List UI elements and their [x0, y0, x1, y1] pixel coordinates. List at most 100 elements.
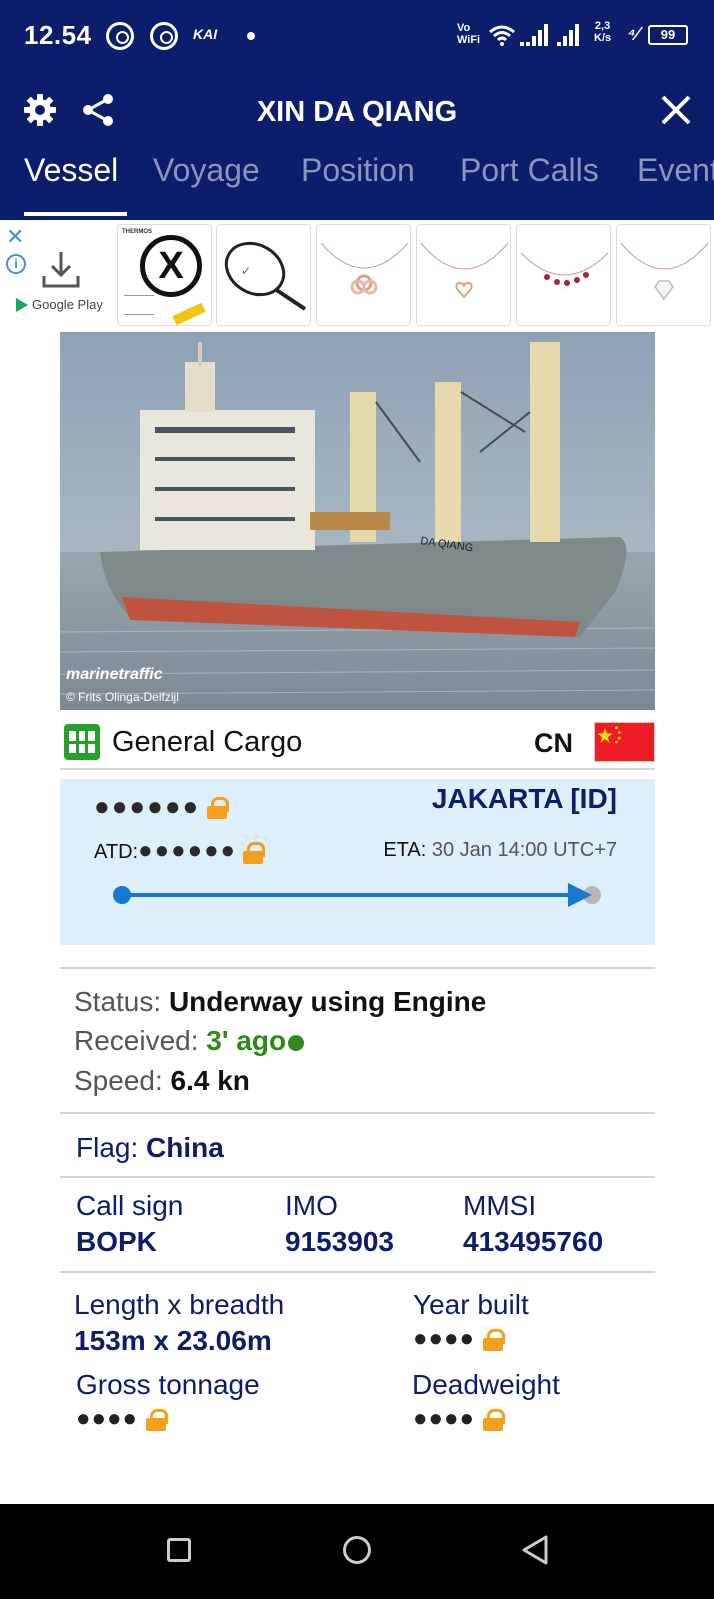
imo-value: 9153903 — [285, 1226, 395, 1257]
google-play-icon — [16, 297, 28, 312]
thermos-text-lines — [124, 295, 154, 315]
voyage-panel[interactable]: ●●●●●● JAKARTA [ID] ATD:●●●●●● ETA: 30 J… — [60, 779, 655, 945]
speed-label: Speed: — [74, 1065, 163, 1096]
origin-marker-icon — [113, 886, 131, 904]
status-row: Status: Underway using Engine — [74, 986, 486, 1018]
eta-label: ETA: — [383, 839, 427, 861]
tab-vessel[interactable]: Vessel — [24, 152, 118, 212]
marinetraffic-watermark: marinetraffic — [66, 666, 163, 683]
ad-close-icon[interactable]: ✕ — [6, 224, 24, 250]
year-built-label: Year built — [413, 1289, 529, 1320]
imo-label: IMO — [285, 1190, 338, 1221]
tab-position[interactable]: Position — [301, 152, 415, 212]
dwt-lock-icon[interactable] — [482, 1408, 505, 1431]
atd-lock-icon[interactable] — [242, 841, 265, 864]
ad-thermos-brand: THERMOS — [122, 229, 152, 235]
diamond-necklace-icon — [620, 242, 709, 301]
year-built-masked: ●●●● — [413, 1325, 505, 1353]
app-header: XIN DA QIANG Vessel Voyage Position Port… — [0, 72, 714, 220]
ad-product-thermos[interactable]: THERMOS X — [117, 224, 212, 326]
back-icon[interactable] — [520, 1534, 550, 1566]
mmsi-label: MMSI — [463, 1190, 537, 1221]
racket-icon: ✓ — [224, 241, 307, 311]
gross-lock-icon[interactable] — [145, 1408, 168, 1431]
ad-product-necklace-4[interactable] — [616, 224, 711, 326]
charging-icon: ⁴⁄ — [628, 24, 639, 44]
google-play-label: Google Play — [32, 297, 103, 312]
atd-masked: ●●●●●● — [138, 837, 238, 864]
origin-masked: ●●●●●● — [94, 791, 201, 821]
received-row: Received: 3' ago — [74, 1025, 305, 1057]
deadweight-masked: ●●●● — [413, 1405, 505, 1433]
whatsapp-business-icon — [150, 22, 178, 50]
length-value: 153m x 23.06m — [74, 1325, 272, 1356]
callsign-label: Call sign — [76, 1190, 184, 1221]
divider — [60, 967, 655, 969]
tab-voyage[interactable]: Voyage — [153, 152, 260, 212]
year-lock-icon[interactable] — [482, 1328, 505, 1351]
gross-tonnage-masked: ●●●● — [76, 1405, 168, 1433]
status-label: Status: — [74, 986, 162, 1017]
whatsapp-icon — [106, 22, 134, 50]
gross-dots: ●●●● — [76, 1405, 138, 1432]
vessel-photo[interactable]: DA QIANG marinetraffic © Frits Olinga-De… — [60, 332, 655, 710]
necklace-icon — [320, 242, 409, 295]
signal-1-icon — [520, 24, 548, 46]
battery-indicator: 99 — [648, 25, 688, 45]
ad-info-icon[interactable]: i — [6, 254, 26, 274]
status-bar: 12.54 KAI Vo WiFi 2,3 K/s ⁴⁄ 99 — [0, 0, 714, 72]
gross-tonnage-label: Gross tonnage — [76, 1369, 260, 1400]
tab-port-calls[interactable]: Port Calls — [460, 152, 599, 212]
vessel-type: General Cargo — [112, 726, 303, 758]
download-icon[interactable] — [40, 250, 82, 290]
atd-label: ATD: — [94, 841, 139, 863]
vessel-type-row: General Cargo CN — [60, 714, 655, 770]
voyage-progress-track — [113, 883, 601, 907]
clock: 12.54 — [24, 20, 92, 50]
tab-bar: Vessel Voyage Position Port Calls Events — [0, 152, 714, 220]
ad-product-racket[interactable]: ✓ — [216, 224, 311, 326]
vowifi-top: Vo — [457, 22, 471, 34]
origin-lock-icon[interactable] — [207, 797, 230, 820]
ad-product-necklace-1[interactable] — [316, 224, 411, 326]
heart-necklace-icon — [420, 242, 509, 299]
vowifi-icon: Vo WiFi — [457, 22, 480, 46]
ad-banner[interactable]: ✕ i Google Play THERMOS X ✓ — [0, 220, 714, 330]
country-code: CN — [534, 728, 573, 758]
china-flag-icon — [594, 722, 655, 762]
ruby-necklace-icon — [520, 252, 609, 286]
mmsi-value: 413495760 — [463, 1226, 604, 1257]
length-label: Length x breadth — [74, 1289, 285, 1320]
divider — [60, 1112, 655, 1114]
year-dots: ●●●● — [413, 1325, 475, 1352]
wifi-icon — [489, 25, 515, 46]
divider — [60, 1176, 655, 1178]
thermos-x-logo-icon: X — [140, 235, 202, 297]
vessel-position-arrow-icon — [568, 883, 592, 907]
origin-port: ●●●●●● — [94, 791, 230, 822]
vowifi-bottom: WiFi — [457, 34, 481, 46]
google-play-badge[interactable]: Google Play — [16, 297, 103, 312]
active-tab-indicator — [24, 212, 127, 216]
recent-apps-icon[interactable] — [167, 1538, 191, 1562]
tab-events[interactable]: Events — [637, 152, 714, 212]
flag-row: Flag: China — [76, 1132, 224, 1164]
net-speed-unit: K/s — [594, 32, 612, 44]
flag-label: Flag: — [76, 1132, 139, 1163]
speed-value: 6.4 kn — [170, 1065, 250, 1096]
callsign-value: BOPK — [76, 1226, 157, 1257]
destination-port[interactable]: JAKARTA [ID] — [432, 783, 617, 815]
ad-product-necklace-3[interactable] — [516, 224, 611, 326]
close-icon[interactable] — [656, 90, 696, 130]
vessel-type-grid-icon — [64, 724, 100, 760]
eta: ETA: 30 Jan 14:00 UTC+7 — [383, 839, 617, 862]
flag-value: China — [146, 1132, 224, 1163]
home-icon[interactable] — [343, 1536, 371, 1564]
kai-app-icon: KAI — [193, 26, 218, 42]
divider — [60, 1271, 655, 1273]
eta-value: 30 Jan 14:00 UTC+7 — [431, 839, 617, 861]
received-label: Received: — [74, 1025, 199, 1056]
ad-product-necklace-2[interactable] — [416, 224, 511, 326]
deadweight-label: Deadweight — [412, 1369, 560, 1400]
thermos-sticker — [172, 302, 206, 325]
